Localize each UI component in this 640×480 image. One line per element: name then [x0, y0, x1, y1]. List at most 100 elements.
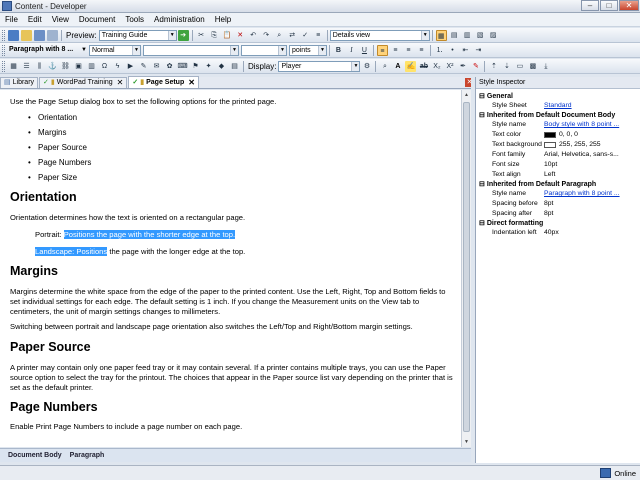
new-icon[interactable]	[8, 29, 19, 41]
italic-button[interactable]: I	[346, 45, 357, 56]
underline-button[interactable]: U	[359, 45, 370, 56]
view-select[interactable]: Details view ▼	[329, 29, 430, 41]
find-icon[interactable]: ⌕	[274, 30, 285, 41]
border-icon[interactable]: ▭	[514, 61, 525, 72]
highlight-icon[interactable]: ✍	[405, 60, 417, 72]
collapse-icon[interactable]: ⊟	[479, 92, 485, 101]
tab-close-icon[interactable]: ✕	[117, 78, 124, 88]
justify-icon[interactable]: ≡	[416, 45, 427, 56]
copy-icon[interactable]: ⎘	[209, 30, 220, 41]
field-icon[interactable]: ▤	[229, 61, 240, 72]
image-icon[interactable]: ▣	[73, 61, 84, 72]
save-icon[interactable]	[34, 29, 45, 41]
print-icon[interactable]	[47, 29, 58, 41]
font-color-icon[interactable]: A	[392, 61, 403, 72]
go-arrow-icon[interactable]: ➔	[177, 29, 189, 41]
html-icon[interactable]: ⌨	[177, 61, 188, 72]
paragraph-style-link[interactable]: Paragraph with 8 point ...	[544, 189, 640, 199]
font-style-select[interactable]: Normal ▼	[88, 44, 141, 56]
align-center-icon[interactable]: ≡	[390, 45, 401, 56]
menu-view[interactable]: View	[47, 13, 74, 27]
close-button[interactable]: ✕	[619, 0, 639, 11]
replace-icon[interactable]: ⇄	[287, 30, 298, 41]
indent-icon[interactable]: ⇥	[473, 45, 484, 56]
media-icon[interactable]: ▶	[125, 61, 136, 72]
menu-file[interactable]: File	[0, 13, 23, 27]
layout-four-icon[interactable]: ▧	[475, 30, 486, 41]
document-scrollbar[interactable]: ▲ ▼	[461, 90, 471, 447]
insert-column-icon[interactable]: ⫼	[34, 61, 45, 72]
scroll-up-icon[interactable]: ▲	[463, 91, 470, 99]
spacing-down-icon[interactable]: ⇣	[501, 61, 512, 72]
layout-two-icon[interactable]: ▤	[449, 30, 460, 41]
table-icon[interactable]: ▦	[8, 61, 19, 72]
shading-icon[interactable]: ▩	[527, 61, 538, 72]
font-family-select[interactable]: ▼	[142, 44, 239, 56]
section-inherited-paragraph[interactable]: ⊟ Inherited from Default Paragraph	[476, 180, 640, 189]
collapse-icon[interactable]: ⊟	[479, 111, 485, 120]
insert-row-icon[interactable]: ☰	[21, 61, 32, 72]
bold-button[interactable]: B	[333, 45, 344, 56]
page-break-icon[interactable]: ⤓	[540, 61, 551, 72]
condition-icon[interactable]: ◆	[216, 61, 227, 72]
outdent-icon[interactable]: ⇤	[460, 45, 471, 56]
body-style-link[interactable]: Body style with 8 point ...	[544, 120, 640, 130]
anchor-icon[interactable]: ⚓	[47, 61, 58, 72]
align-right-icon[interactable]: ≡	[403, 45, 414, 56]
chart-icon[interactable]: ▥	[86, 61, 97, 72]
superscript-button[interactable]: X²	[444, 61, 455, 72]
section-general[interactable]: ⊟ General	[476, 92, 640, 101]
collapse-icon[interactable]: ⊟	[479, 180, 485, 189]
layout-five-icon[interactable]: ▨	[488, 30, 499, 41]
collapse-icon[interactable]: ⊟	[479, 219, 485, 228]
spell-check-icon[interactable]: ✓	[300, 30, 311, 41]
align-left-icon[interactable]: ≡	[376, 44, 388, 56]
open-folder-icon[interactable]	[21, 29, 32, 41]
subscript-button[interactable]: X₂	[431, 61, 442, 72]
flash-icon[interactable]: ϟ	[112, 61, 123, 72]
paragraph-style-select[interactable]: Paragraph with 8 ...	[7, 45, 81, 56]
preview-select[interactable]: Training Guide ▼	[98, 29, 177, 41]
units-select[interactable]: points ▼	[288, 44, 327, 56]
scroll-thumb[interactable]	[463, 102, 470, 432]
minimize-button[interactable]: –	[581, 0, 599, 11]
link-icon[interactable]: ⛓	[60, 61, 71, 72]
display-select[interactable]: Player ▼	[278, 60, 361, 72]
chevron-down-icon[interactable]: ▼	[81, 47, 87, 53]
paste-icon[interactable]: 📋	[222, 30, 233, 41]
section-inherited-body[interactable]: ⊟ Inherited from Default Document Body	[476, 111, 640, 120]
tab-wordpad-training[interactable]: ✓ ▮ WordPad Training ✕	[39, 77, 128, 88]
cut-icon[interactable]: ✂	[196, 30, 207, 41]
menu-administration[interactable]: Administration	[149, 13, 210, 27]
tab-close-icon[interactable]: ✕	[188, 78, 195, 88]
layout-one-icon[interactable]: ▦	[435, 29, 447, 41]
display-settings-icon[interactable]: ⚙	[361, 61, 372, 72]
maximize-button[interactable]: □	[600, 0, 618, 11]
variable-icon[interactable]: ✦	[203, 61, 214, 72]
symbol-icon[interactable]: Ω	[99, 61, 110, 72]
path-paragraph[interactable]: Paragraph	[70, 452, 105, 459]
tag-icon[interactable]: ⚑	[190, 61, 201, 72]
menu-help[interactable]: Help	[210, 13, 236, 27]
bookmark-icon[interactable]: ✎	[138, 61, 149, 72]
redo-icon[interactable]: ↷	[261, 30, 272, 41]
properties-icon[interactable]: ≡	[313, 30, 324, 41]
style-sheet-link[interactable]: Standard	[544, 101, 640, 111]
scroll-down-icon[interactable]: ▼	[463, 438, 470, 446]
zoom-icon[interactable]: ⌕	[379, 61, 390, 72]
format-painter-icon[interactable]: ✒	[457, 61, 468, 72]
menu-tools[interactable]: Tools	[120, 13, 149, 27]
numbered-list-icon[interactable]: ⒈	[434, 45, 445, 56]
bullet-list-icon[interactable]: •	[447, 45, 458, 56]
strikethrough-button[interactable]: ab	[418, 61, 429, 72]
tab-page-setup[interactable]: ✓ ▮ Page Setup ✕	[128, 76, 199, 88]
font-size-select[interactable]: ▼	[240, 44, 287, 56]
delete-icon[interactable]: ✕	[235, 30, 246, 41]
comment-icon[interactable]: ✉	[151, 61, 162, 72]
menu-edit[interactable]: Edit	[23, 13, 47, 27]
undo-icon[interactable]: ↶	[248, 30, 259, 41]
spacing-up-icon[interactable]: ⇡	[488, 61, 499, 72]
tab-library[interactable]: ▤ Library	[0, 77, 39, 88]
section-direct-formatting[interactable]: ⊟ Direct formatting	[476, 219, 640, 228]
clear-format-icon[interactable]: ✎	[470, 61, 481, 72]
